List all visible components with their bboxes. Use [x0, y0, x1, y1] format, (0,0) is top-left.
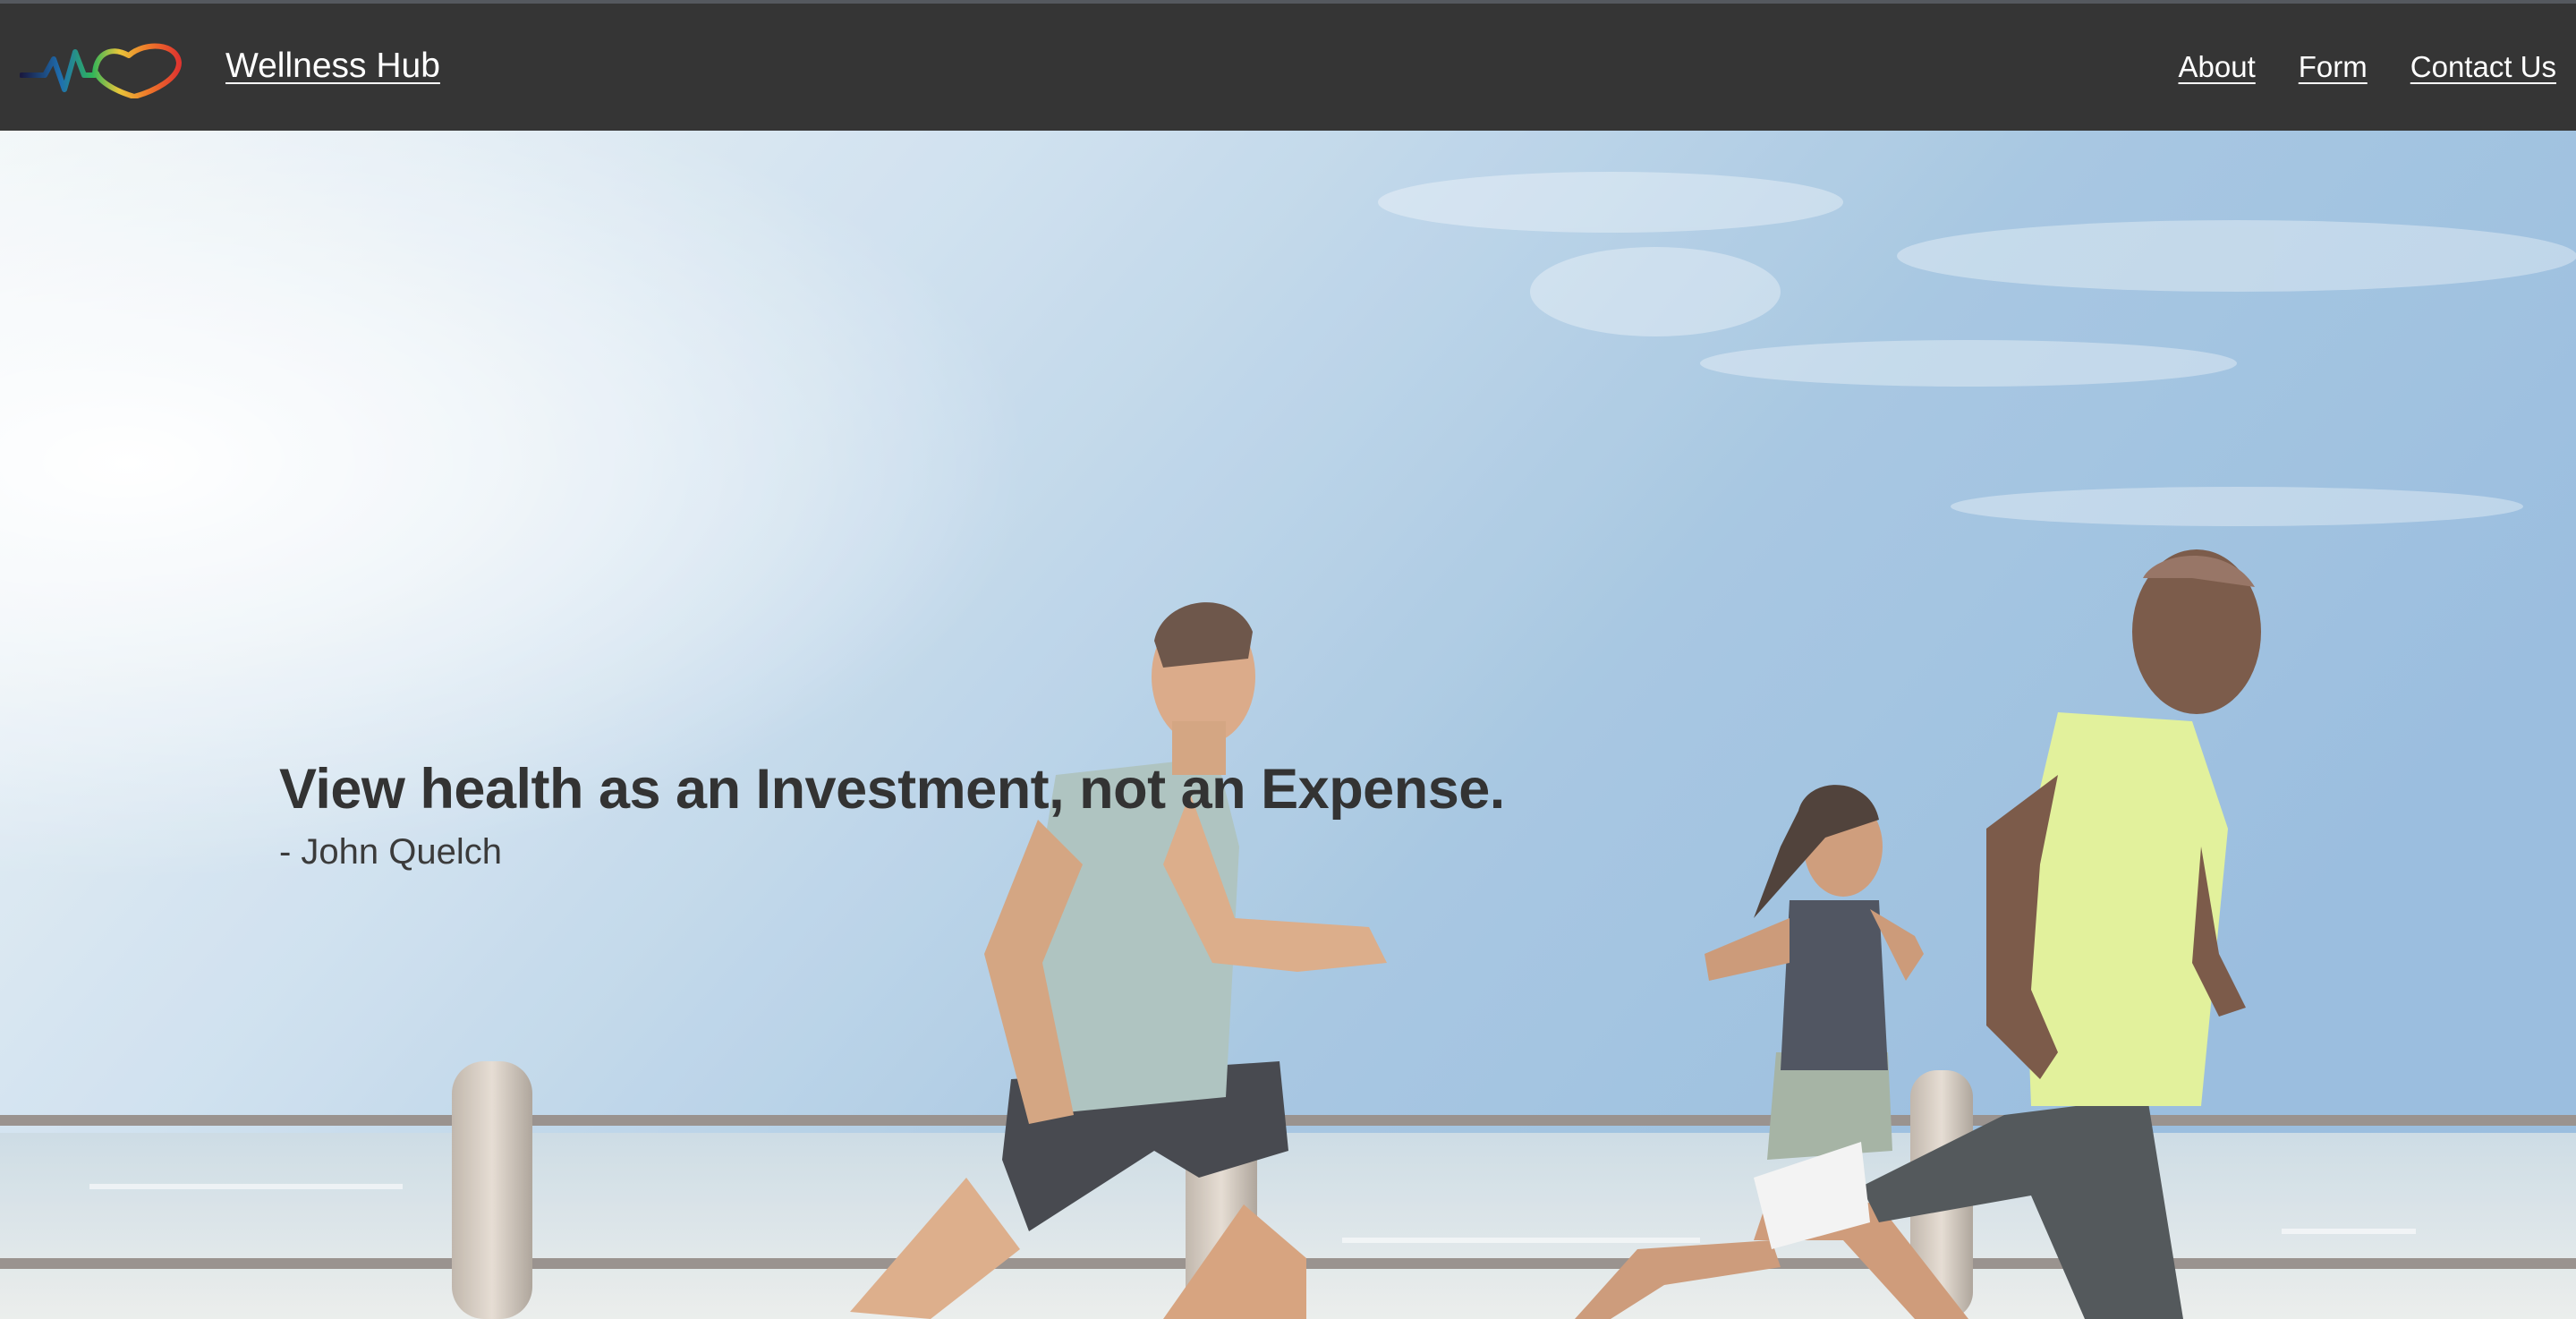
runners-on-seaside-promenade-photo-icon — [0, 131, 2576, 1319]
nav-link-form[interactable]: Form — [2299, 50, 2368, 84]
navbar: Wellness Hub About Form Contact Us — [0, 0, 2576, 131]
hero-quote: View health as an Investment, not an Exp… — [279, 758, 1505, 821]
quote-block: View health as an Investment, not an Exp… — [279, 757, 1505, 872]
hero-section: View health as an Investment, not an Exp… — [0, 131, 2576, 1319]
nav-link-about[interactable]: About — [2179, 50, 2256, 84]
hero-quote-author: - John Quelch — [279, 832, 503, 872]
heartbeat-heart-logo-icon[interactable] — [19, 36, 184, 99]
nav-links: About Form Contact Us — [2179, 50, 2556, 84]
nav-link-contact-us[interactable]: Contact Us — [2410, 50, 2556, 84]
brand-link[interactable]: Wellness Hub — [225, 47, 440, 86]
page: Wellness Hub About Form Contact Us View … — [0, 0, 2576, 1319]
